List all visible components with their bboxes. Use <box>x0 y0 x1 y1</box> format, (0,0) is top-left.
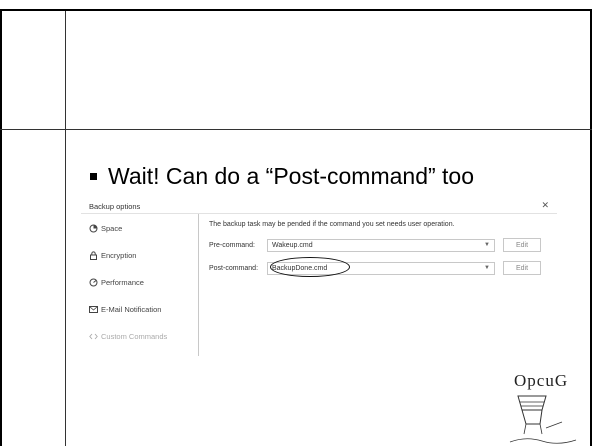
pre-command-select[interactable]: Wakeup.cmd ▼ <box>267 238 495 252</box>
space-icon <box>89 224 98 233</box>
sidebar-item-label: Space <box>101 224 123 233</box>
backup-options-dialog: Backup options ✕ Space Encryption Perfor… <box>81 196 557 356</box>
gauge-icon <box>89 278 98 287</box>
slide-vertical-rule <box>65 11 66 446</box>
highlight-ellipse <box>270 257 350 277</box>
code-icon <box>89 332 98 341</box>
slide-horizontal-rule <box>0 129 592 130</box>
chevron-down-icon: ▼ <box>484 264 490 271</box>
dialog-title: Backup options <box>89 202 141 211</box>
post-command-row: Post-command: BackupDone.cmd ▼ Edit <box>209 261 541 275</box>
logo-mark-icon <box>509 395 577 444</box>
slide: Wait! Can do a “Post-command” too Backup… <box>0 0 592 446</box>
pre-command-row: Pre-command: Wakeup.cmd ▼ Edit <box>209 238 541 252</box>
post-command-edit-button[interactable]: Edit <box>503 261 541 275</box>
pre-command-label: Pre-command: <box>209 241 255 249</box>
sidebar-item-custom-commands[interactable]: Custom Commands <box>89 332 167 341</box>
bullet-text: Wait! Can do a “Post-command” too <box>108 162 475 189</box>
slide-frame-top <box>0 9 592 11</box>
commands-note: The backup task may be pended if the com… <box>209 221 455 228</box>
options-sidebar: Space Encryption Performance E-Mail Noti… <box>81 214 199 356</box>
bullet-square-icon <box>90 172 97 180</box>
opcug-logo: OpcuG <box>496 366 592 446</box>
pre-command-edit-button[interactable]: Edit <box>503 238 541 252</box>
lock-icon <box>89 251 98 260</box>
pre-command-value: Wakeup.cmd <box>272 241 313 249</box>
email-icon <box>89 305 98 314</box>
sidebar-item-performance[interactable]: Performance <box>89 278 144 287</box>
sidebar-item-email-notification[interactable]: E-Mail Notification <box>89 305 161 314</box>
sidebar-item-label: Performance <box>101 278 144 287</box>
sidebar-item-label: Encryption <box>101 251 137 260</box>
post-command-label: Post-command: <box>209 264 259 272</box>
sidebar-item-label: E-Mail Notification <box>101 305 162 314</box>
sidebar-item-encryption[interactable]: Encryption <box>89 251 136 260</box>
sidebar-item-space[interactable]: Space <box>89 224 122 233</box>
bullet-point: Wait! Can do a “Post-command” too <box>90 160 474 192</box>
chevron-down-icon: ▼ <box>484 241 490 248</box>
close-icon[interactable]: ✕ <box>541 200 549 211</box>
slide-frame-left <box>0 9 2 446</box>
sidebar-item-label: Custom Commands <box>101 332 168 341</box>
